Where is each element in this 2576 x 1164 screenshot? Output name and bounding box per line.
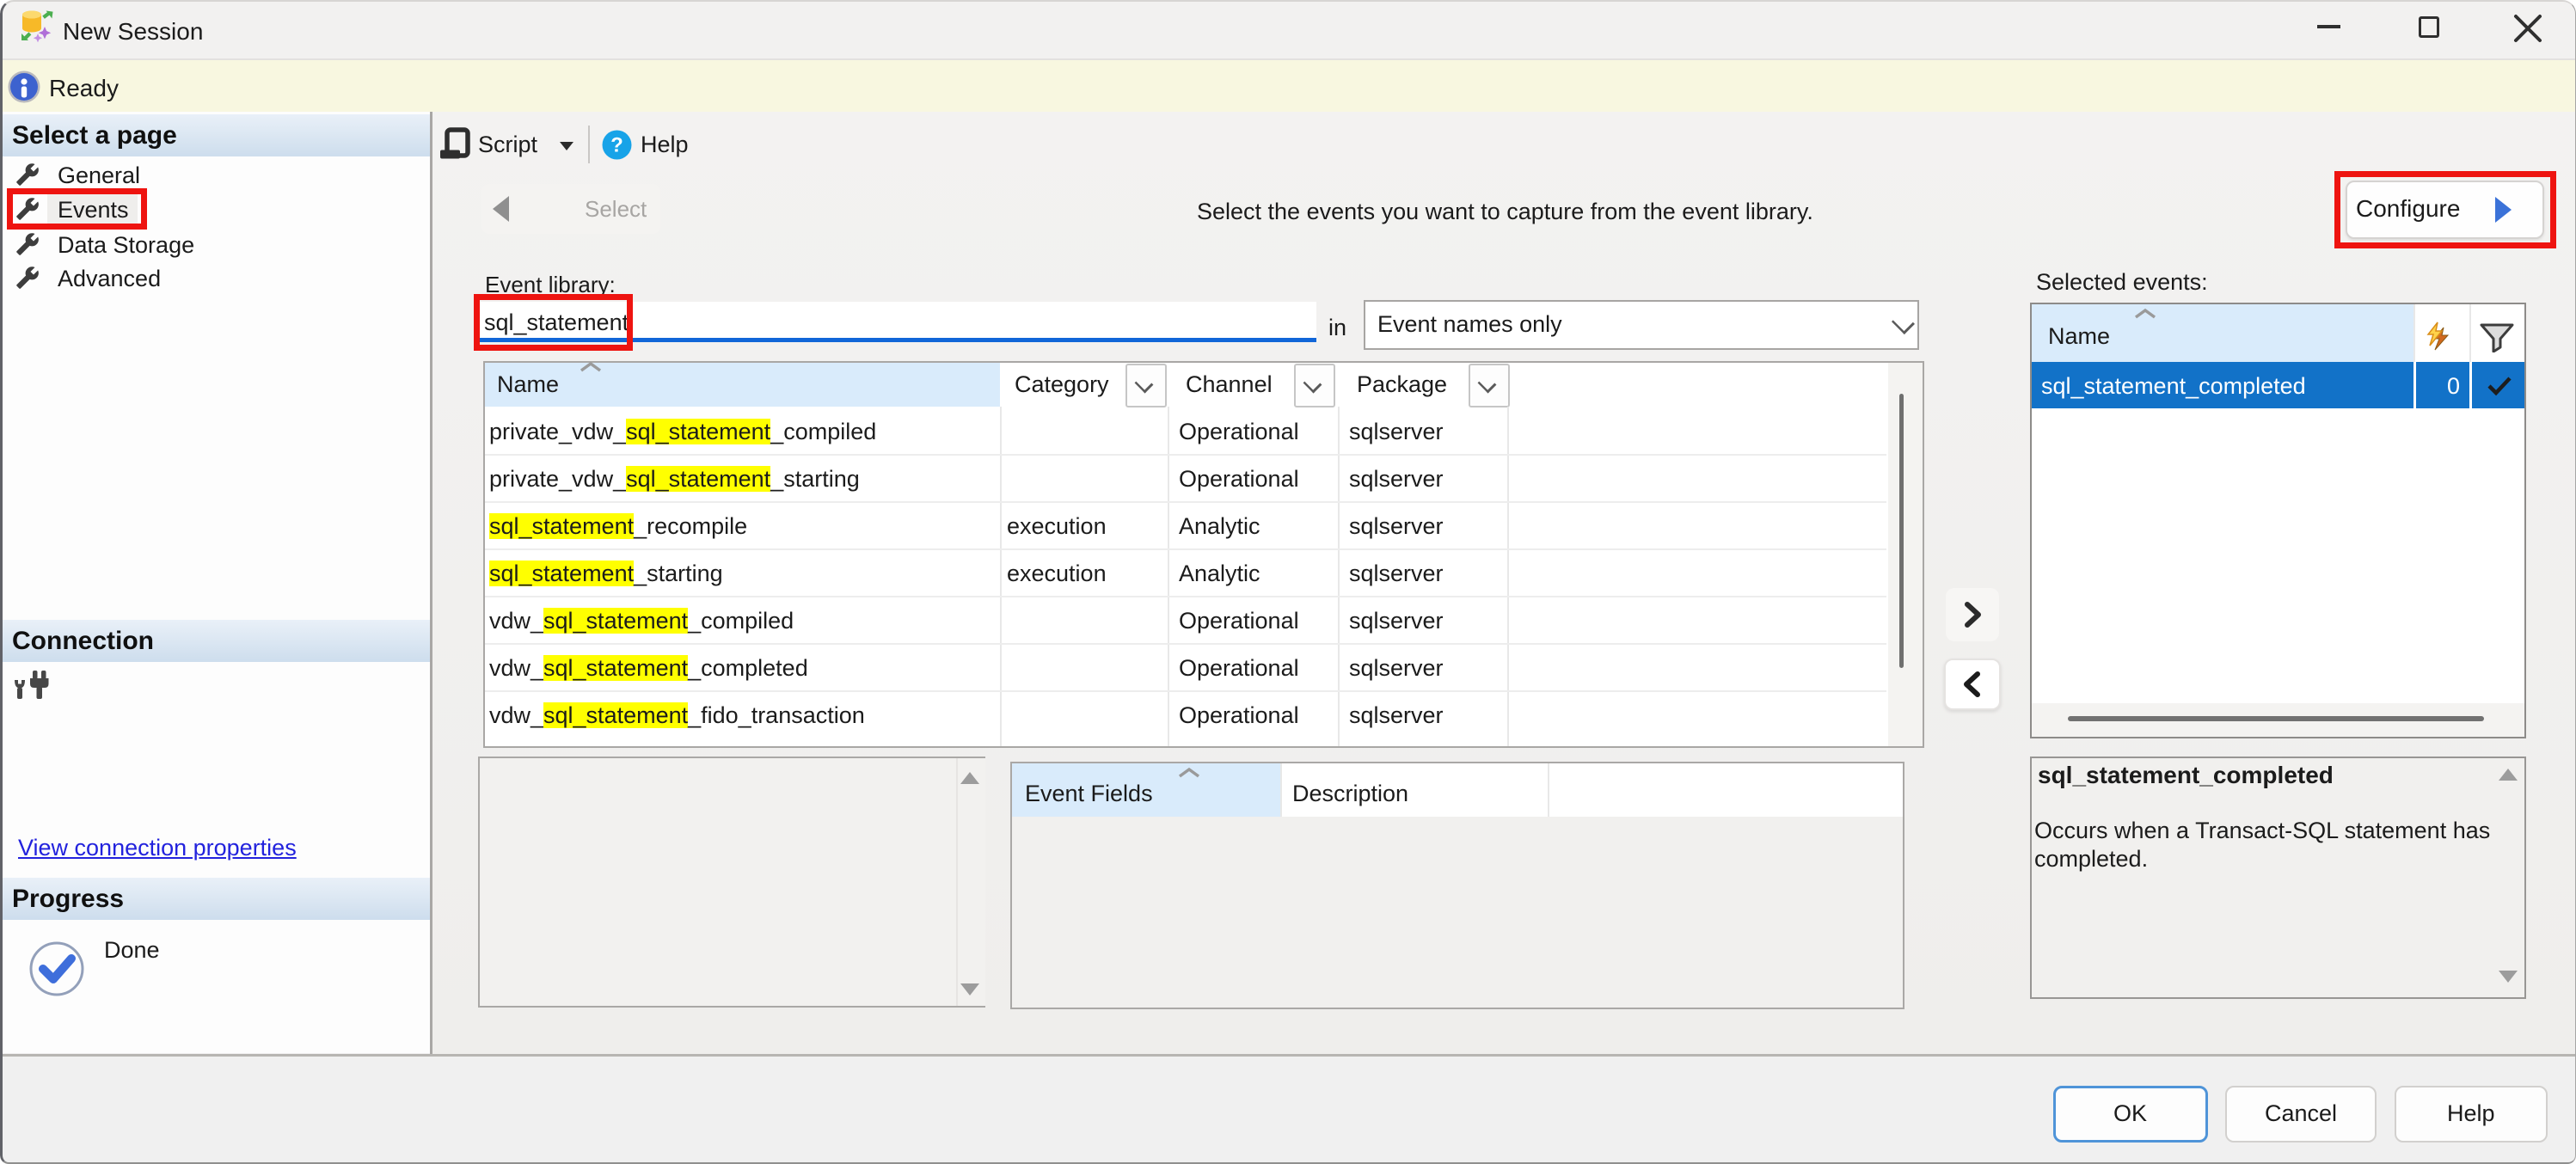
svg-text:?: ? xyxy=(610,134,623,157)
